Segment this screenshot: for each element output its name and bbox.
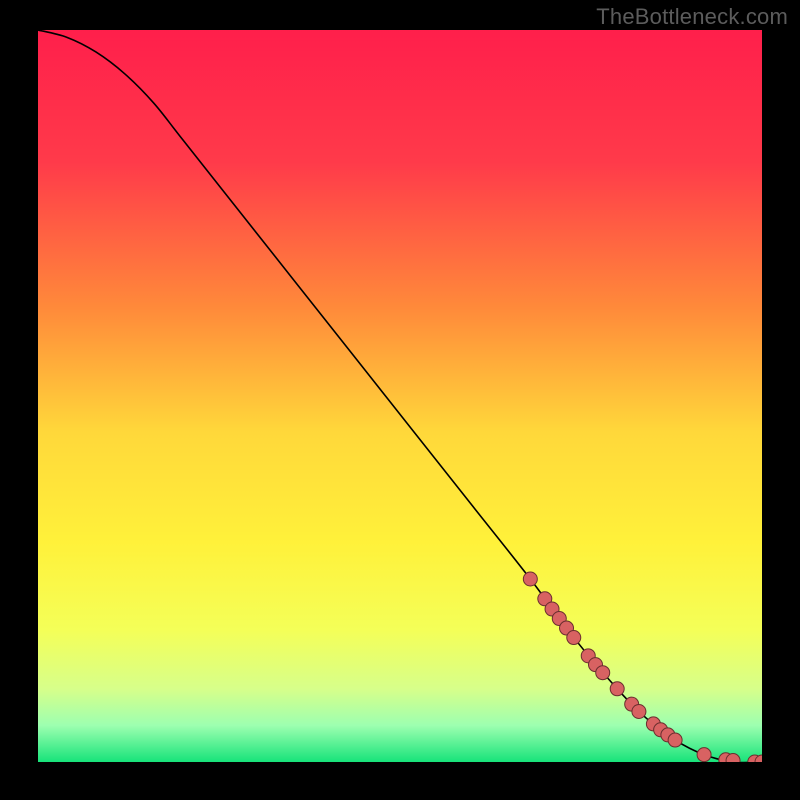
data-marker (632, 704, 646, 718)
data-marker (610, 682, 624, 696)
data-marker (697, 748, 711, 762)
chart-svg (38, 30, 762, 762)
data-marker (668, 733, 682, 747)
chart-frame: TheBottleneck.com (0, 0, 800, 800)
curve-path (38, 30, 762, 762)
data-marker (567, 631, 581, 645)
watermark-text: TheBottleneck.com (596, 4, 788, 30)
markers-group (523, 572, 762, 762)
data-marker (596, 666, 610, 680)
data-marker (523, 572, 537, 586)
plot-area (38, 30, 762, 762)
